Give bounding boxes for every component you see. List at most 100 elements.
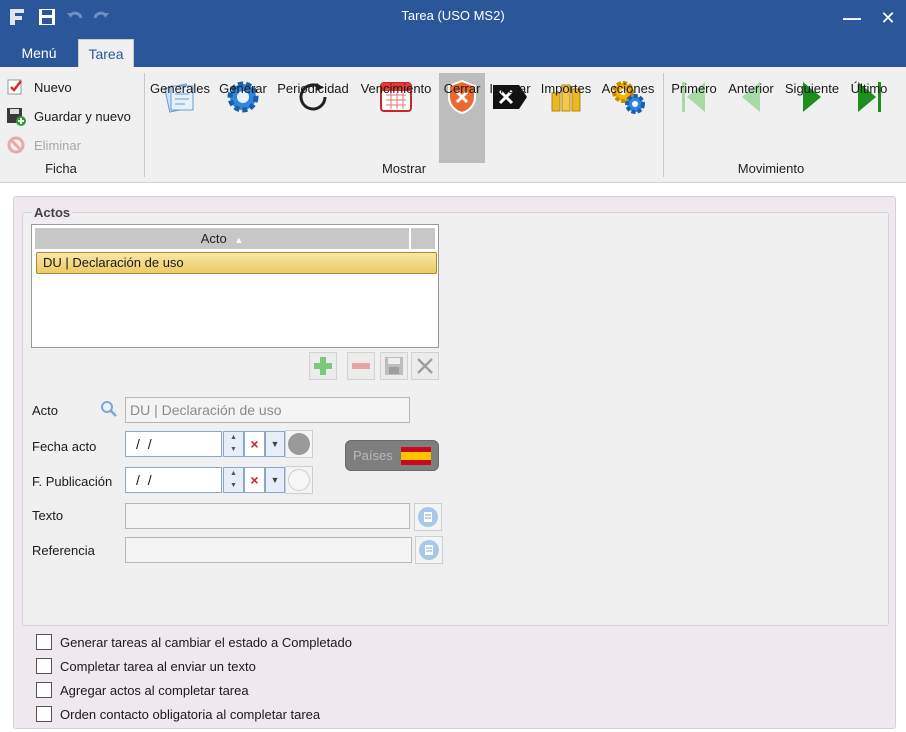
option-label: Agregar actos al completar tarea (60, 682, 249, 698)
referencia-field[interactable] (125, 537, 412, 563)
anterior-label: Anterior (728, 81, 774, 96)
ultimo-button[interactable]: Último (846, 73, 892, 157)
acto-field[interactable]: DU | Declaración de uso (125, 397, 410, 423)
fpub-dropdown-icon[interactable]: ▼ (265, 467, 285, 493)
checkbox[interactable] (36, 634, 52, 650)
fecha-acto-dropdown-icon[interactable]: ▼ (265, 431, 285, 457)
acciones-label: Acciones (601, 81, 655, 96)
primero-button[interactable]: Primero (668, 73, 720, 157)
minimize-button[interactable]: — (840, 6, 864, 30)
siguiente-button[interactable]: Siguiente (783, 73, 841, 157)
fpub-spinner[interactable]: ▲ ▼ (223, 467, 244, 493)
generales-label: Generales (150, 81, 210, 96)
nuevo-button[interactable]: Nuevo (6, 75, 72, 99)
actos-grid[interactable]: Acto ▲ DU | Declaración de uso (31, 224, 439, 348)
option-generar-tareas[interactable]: Generar tareas al cambiar el estado a Co… (36, 634, 352, 650)
checkbox[interactable] (36, 682, 52, 698)
new-document-icon (7, 79, 22, 95)
fecha-acto-status[interactable] (285, 430, 313, 458)
column-header-label: Acto (200, 231, 227, 246)
option-label: Completar tarea al enviar un texto (60, 658, 256, 674)
periodicidad-label: Periodicidad (277, 81, 349, 96)
fpub-clear-icon[interactable]: × (244, 467, 265, 493)
cerrar-button[interactable]: Cerrar (439, 73, 485, 163)
siguiente-label: Siguiente (784, 81, 840, 96)
ribbon-separator (663, 73, 664, 177)
edit-icon (419, 540, 439, 560)
tab-tarea[interactable]: Tarea (78, 39, 134, 67)
checkbox[interactable] (36, 658, 52, 674)
referencia-edit-button[interactable] (415, 536, 443, 564)
nuevo-label: Nuevo (34, 79, 72, 95)
close-button[interactable]: ✕ (876, 6, 900, 30)
tab-menu[interactable]: Menú (8, 39, 70, 67)
title-bar: Tarea (USO MS2) — ✕ (0, 0, 906, 36)
texto-label: Texto (32, 508, 64, 523)
add-acto-button[interactable] (309, 352, 337, 380)
group-label-ficha: Ficha (45, 161, 77, 176)
eliminar-button[interactable]: Eliminar (6, 133, 81, 157)
fecha-acto-spinner[interactable]: ▲ ▼ (223, 431, 244, 457)
group-label-mostrar: Mostrar (381, 161, 427, 176)
periodicidad-button[interactable]: Periodicidad (275, 73, 351, 157)
paises-button[interactable]: Países (345, 440, 439, 471)
fecha-acto-label: Fecha acto (32, 439, 97, 454)
ribbon: Nuevo Guardar y nuevo Eliminar Ficha Gen… (0, 67, 906, 183)
option-orden-contacto[interactable]: Orden contacto obligatoria al completar … (36, 706, 320, 722)
cancel-acto-button[interactable] (411, 352, 439, 380)
actos-legend: Actos (32, 205, 73, 220)
column-header-acto[interactable]: Acto ▲ (35, 228, 409, 249)
status-dot-icon (288, 469, 310, 491)
acciones-button[interactable]: Acciones (599, 73, 657, 157)
edit-icon (418, 507, 438, 527)
option-completar-tarea[interactable]: Completar tarea al enviar un texto (36, 658, 256, 674)
anterior-button[interactable]: Anterior (724, 73, 778, 157)
fecha-acto-clear-icon[interactable]: × (244, 431, 265, 457)
spain-flag-icon (400, 446, 431, 465)
primero-label: Primero (671, 81, 717, 96)
eliminar-label: Eliminar (34, 137, 81, 153)
cerrar-label: Cerrar (443, 81, 481, 96)
generar-button[interactable]: Generar (216, 73, 270, 157)
close-icon (417, 358, 433, 374)
option-agregar-actos[interactable]: Agregar actos al completar tarea (36, 682, 249, 698)
fpub-status[interactable] (285, 466, 313, 494)
generales-button[interactable]: Generales (149, 73, 211, 157)
ultimo-label: Último (850, 81, 888, 96)
vencimiento-label: Vencimiento (360, 81, 432, 96)
option-label: Orden contacto obligatoria al completar … (60, 706, 321, 722)
ribbon-tabs: Menú Tarea (0, 36, 906, 67)
texto-edit-button[interactable] (414, 503, 442, 531)
ignorar-button[interactable]: Ignorar (487, 73, 533, 157)
fpub-input[interactable]: / / (125, 467, 222, 493)
plus-icon (314, 357, 332, 375)
table-row[interactable]: DU | Declaración de uso (36, 252, 437, 274)
remove-acto-button[interactable] (347, 352, 375, 380)
group-label-movimiento: Movimiento (737, 161, 805, 176)
delete-icon (7, 136, 25, 154)
importes-label: Importes (540, 81, 592, 96)
sort-ascending-icon: ▲ (234, 235, 244, 245)
minus-icon (352, 363, 370, 369)
fecha-acto-input[interactable]: / / (125, 431, 222, 457)
save-acto-button[interactable] (380, 352, 408, 380)
column-header-spacer (411, 228, 435, 249)
ribbon-separator (144, 73, 145, 177)
ignorar-label: Ignorar (489, 81, 531, 96)
search-icon[interactable] (100, 400, 118, 421)
vencimiento-button[interactable]: Vencimiento (357, 73, 435, 157)
checkbox[interactable] (36, 706, 52, 722)
status-dot-icon (288, 433, 310, 455)
option-label: Generar tareas al cambiar el estado a Co… (60, 634, 352, 650)
importes-button[interactable]: Importes (537, 73, 595, 157)
texto-field[interactable] (125, 503, 410, 529)
guardar-y-nuevo-button[interactable]: Guardar y nuevo (6, 104, 131, 128)
paises-label: Países (353, 448, 393, 463)
acto-label: Acto (32, 403, 59, 418)
generar-label: Generar (219, 81, 267, 96)
guardar-y-nuevo-label: Guardar y nuevo (34, 108, 131, 124)
referencia-label: Referencia (32, 543, 95, 558)
window-title: Tarea (USO MS2) (401, 8, 505, 23)
fpub-label: F. Publicación (32, 474, 113, 489)
save-new-icon (7, 108, 26, 126)
